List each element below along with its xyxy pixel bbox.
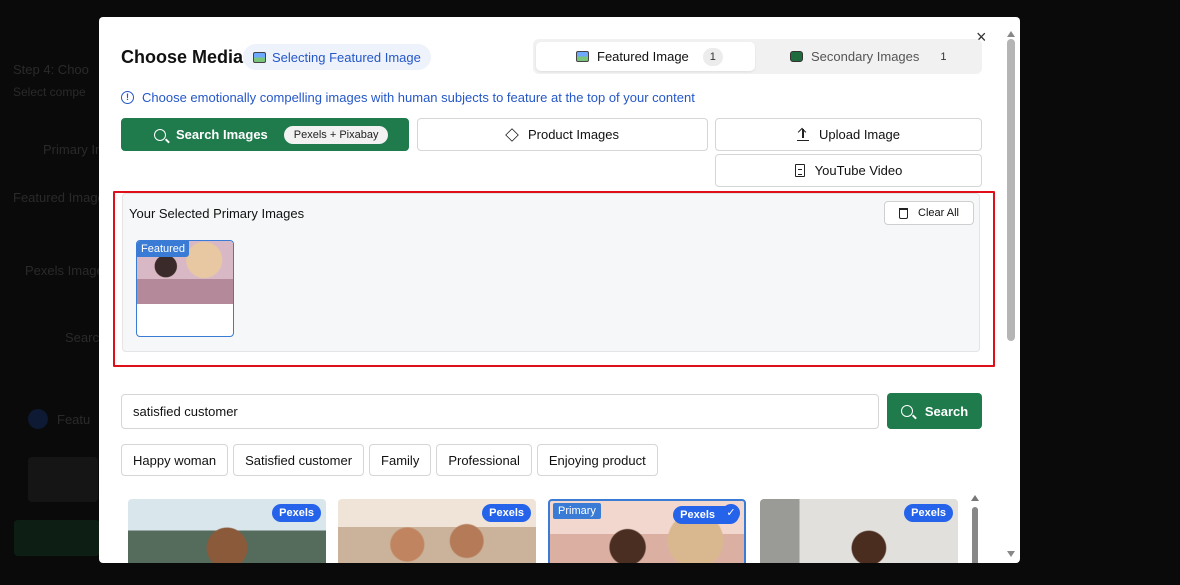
tab-featured-image[interactable]: Featured Image 1: [536, 42, 755, 71]
result-image[interactable]: Pexels: [760, 499, 958, 563]
primary-tag: Primary: [553, 503, 601, 519]
source-badge: Pexels: [904, 504, 953, 522]
search-icon: [154, 128, 166, 141]
suggestion-chip[interactable]: Enjoying product: [536, 444, 658, 476]
search-icon: [900, 405, 913, 417]
selecting-badge: Selecting Featured Image: [243, 44, 431, 70]
camera-icon: [790, 51, 803, 62]
bg-thumbnail: [28, 457, 98, 502]
info-hint: ! Choose emotionally compelling images w…: [121, 90, 695, 105]
product-images-button[interactable]: Product Images: [417, 118, 708, 151]
suggestion-chip[interactable]: Happy woman: [121, 444, 229, 476]
tab-count-badge: 1: [940, 50, 947, 63]
image-type-tabs: Featured Image 1 Secondary Images 1: [533, 39, 982, 74]
source-pill: Pexels + Pixabay: [283, 125, 389, 144]
scroll-down-icon[interactable]: [1007, 551, 1015, 557]
image-results-grid: Pexels Pexels Primary Pexels ✓ Pexels: [128, 499, 973, 563]
clear-all-button[interactable]: Clear All: [884, 201, 974, 225]
selected-panel-title: Your Selected Primary Images: [129, 206, 305, 221]
bg-pexels-label: Pexels Images: [25, 263, 111, 278]
result-image-selected[interactable]: Primary Pexels ✓: [548, 499, 746, 563]
media-modal: × Choose Media Selecting Featured Image …: [99, 17, 1020, 563]
info-text: Choose emotionally compelling images wit…: [142, 90, 695, 105]
scroll-up-icon[interactable]: [1007, 31, 1015, 37]
bg-button: [14, 520, 100, 556]
suggestion-chip[interactable]: Family: [369, 444, 432, 476]
package-icon: [505, 127, 519, 142]
modal-scrollbar[interactable]: [1005, 31, 1017, 561]
bg-featured-label: Featured Image: [13, 190, 105, 205]
modal-title: Choose Media: [121, 47, 244, 67]
bg-search-placeholder: Searc: [65, 330, 99, 345]
selecting-badge-label: Selecting Featured Image: [272, 49, 421, 65]
search-button[interactable]: Search: [887, 393, 982, 429]
search-input[interactable]: [121, 394, 879, 429]
result-image[interactable]: Pexels: [128, 499, 326, 563]
info-circle-icon: !: [121, 91, 134, 104]
document-icon: [794, 164, 805, 177]
search-button-label: Search: [924, 403, 969, 419]
results-scrollbar[interactable]: [971, 495, 979, 563]
results-scrollbar-thumb[interactable]: [972, 507, 978, 563]
bg-step-subtitle: Select compe: [13, 85, 86, 99]
tab-label: Secondary Images: [811, 49, 920, 64]
bg-featured-item: Featu: [57, 412, 91, 427]
bg-step-title: Step 4: Choo: [13, 62, 89, 77]
check-icon: ✓: [722, 504, 740, 522]
search-images-label: Search Images: [176, 127, 268, 142]
clear-all-label: Clear All: [918, 207, 959, 219]
suggestion-chips: Happy woman Satisfied customer Family Pr…: [121, 444, 658, 476]
suggestion-chip[interactable]: Professional: [436, 444, 532, 476]
search-images-button[interactable]: Search Images Pexels + Pixabay: [121, 118, 409, 151]
selected-image-card[interactable]: Featured: [136, 240, 234, 337]
scroll-up-icon[interactable]: [971, 495, 979, 501]
upload-icon: [797, 128, 810, 141]
scrollbar-thumb[interactable]: [1007, 39, 1015, 341]
source-badge: Pexels: [272, 504, 321, 522]
bg-avatar: [28, 409, 48, 429]
tab-count-badge: 1: [702, 47, 723, 66]
image-icon: [576, 51, 589, 62]
featured-tag: Featured: [137, 241, 190, 257]
youtube-video-button[interactable]: YouTube Video: [715, 154, 982, 187]
upload-image-button[interactable]: Upload Image: [715, 118, 982, 151]
suggestion-chip[interactable]: Satisfied customer: [233, 444, 365, 476]
product-images-label: Product Images: [527, 127, 620, 142]
bg-primary-label: Primary Im: [43, 142, 106, 157]
image-icon: [253, 51, 266, 63]
upload-image-label: Upload Image: [819, 127, 900, 142]
youtube-video-label: YouTube Video: [814, 163, 903, 178]
tab-secondary-images[interactable]: Secondary Images 1: [758, 42, 980, 71]
source-badge: Pexels: [482, 504, 531, 522]
tab-label: Featured Image: [597, 49, 689, 64]
result-image[interactable]: Pexels: [338, 499, 536, 563]
trash-icon: [899, 207, 909, 219]
